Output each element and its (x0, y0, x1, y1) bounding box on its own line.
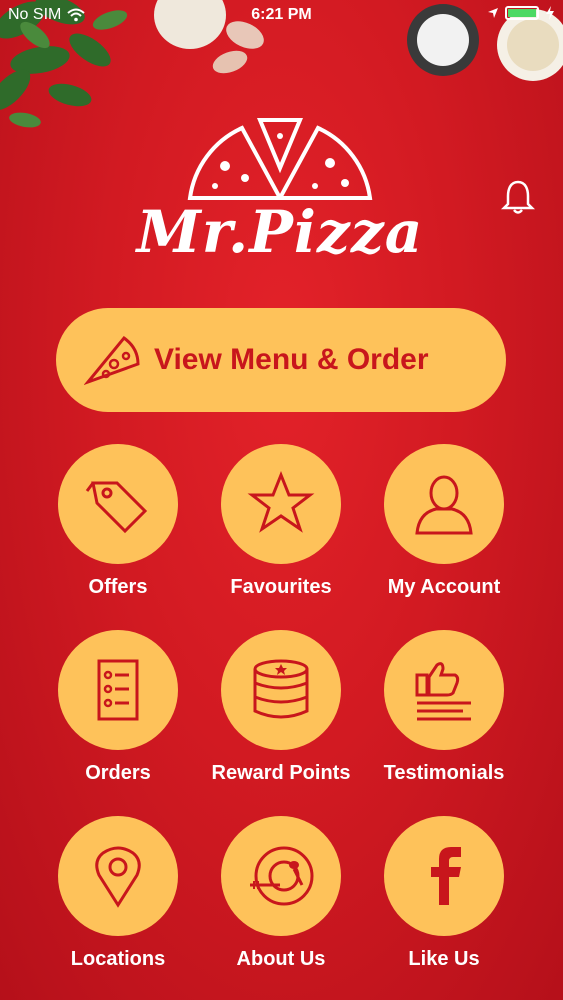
menu-tile-circle (221, 630, 341, 750)
status-time: 6:21 PM (251, 6, 312, 23)
brand-title: Mr.Pizza (136, 198, 424, 266)
menu-tile-label: Testimonials (383, 762, 505, 784)
menu-tile-circle (58, 630, 178, 750)
menu-tile-circle (384, 630, 504, 750)
menu-tile-circle (384, 816, 504, 936)
menu-tile-reward-points[interactable]: Reward Points (201, 630, 361, 785)
menu-tile-like-us[interactable]: Like Us (364, 816, 524, 971)
menu-tile-label: My Account (387, 576, 501, 598)
menu-tile-label: Offers (88, 576, 148, 598)
menu-tile-label: Reward Points (211, 762, 351, 784)
notification-bell-icon[interactable] (500, 178, 536, 216)
menu-tile-circle (384, 444, 504, 564)
menu-tile-testimonials[interactable]: Testimonials (364, 630, 524, 785)
coins-icon (253, 659, 309, 719)
location-pin-icon (95, 846, 141, 908)
menu-tile-label: Like Us (408, 948, 480, 970)
charging-icon (546, 6, 554, 20)
plate-fork-spoon-icon (250, 846, 314, 906)
pizza-slice-icon (84, 335, 140, 386)
star-icon (247, 470, 315, 533)
user-icon (415, 475, 473, 535)
location-arrow-icon (488, 8, 498, 18)
menu-tile-orders[interactable]: Orders (38, 630, 198, 785)
menu-tile-offers[interactable]: Offers (38, 444, 198, 599)
menu-tile-circle (58, 816, 178, 936)
menu-tile-my-account[interactable]: My Account (364, 444, 524, 599)
tag-icon (85, 481, 148, 534)
view-menu-order-label: View Menu & Order (154, 343, 429, 376)
list-icon (97, 659, 139, 721)
status-bar: No SIM 6:21 PM (0, 0, 563, 32)
view-menu-order-button[interactable]: View Menu & Order (56, 308, 506, 412)
menu-tile-label: Favourites (230, 576, 332, 598)
menu-tile-label: Orders (85, 762, 151, 784)
menu-tile-circle (221, 816, 341, 936)
facebook-icon (431, 847, 461, 905)
menu-tile-circle (58, 444, 178, 564)
menu-tile-favourites[interactable]: Favourites (201, 444, 361, 599)
status-right (487, 6, 555, 20)
menu-tile-locations[interactable]: Locations (38, 816, 198, 971)
menu-tile-label: Locations (70, 948, 166, 970)
menu-tile-label: About Us (236, 948, 326, 970)
battery-icon (505, 6, 539, 20)
menu-tile-about-us[interactable]: About Us (201, 816, 361, 971)
thumbs-up-icon (415, 662, 471, 721)
menu-tile-circle (221, 444, 341, 564)
